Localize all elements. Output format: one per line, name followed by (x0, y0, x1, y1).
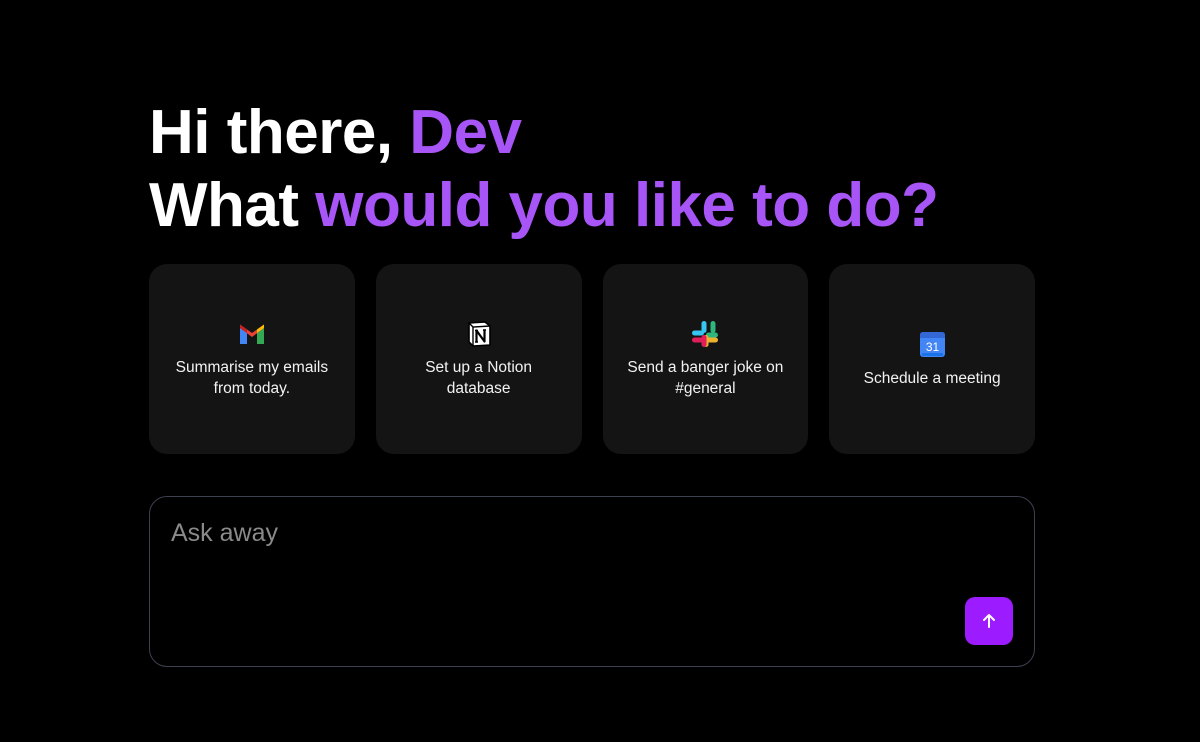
greeting-name: Dev (409, 98, 522, 167)
suggestion-label: Schedule a meeting (863, 369, 1001, 387)
main-content: Hi there, Dev What would you like to do?… (149, 96, 1035, 667)
suggestion-cards: Summarise my emails from today. Set up a… (149, 264, 1035, 454)
ask-input[interactable] (171, 519, 931, 579)
suggestion-card-google-calendar[interactable]: 31 Schedule a meeting (829, 264, 1035, 454)
composer (149, 496, 1035, 667)
suggestion-card-gmail[interactable]: Summarise my emails from today. (149, 264, 355, 454)
calendar-day: 31 (925, 340, 939, 354)
question-lead: What (149, 171, 316, 240)
google-calendar-icon: 31 (917, 330, 947, 360)
slack-icon (690, 319, 720, 349)
greeting-heading: Hi there, Dev What would you like to do? (149, 96, 1035, 242)
suggestion-label: Send a banger joke on #general (627, 359, 784, 397)
suggestion-card-notion[interactable]: Set up a Notion database (375, 264, 582, 454)
suggestion-label: Set up a Notion database (425, 359, 533, 397)
suggestion-card-slack[interactable]: Send a banger joke on #general (602, 264, 809, 454)
question-accent: would you like to do? (315, 171, 939, 240)
gmail-icon (237, 319, 267, 349)
send-button[interactable] (965, 597, 1013, 645)
greeting-prefix: Hi there, (149, 98, 410, 167)
arrow-up-icon (980, 612, 998, 630)
notion-icon (464, 319, 494, 349)
suggestion-label: Summarise my emails from today. (175, 359, 329, 397)
